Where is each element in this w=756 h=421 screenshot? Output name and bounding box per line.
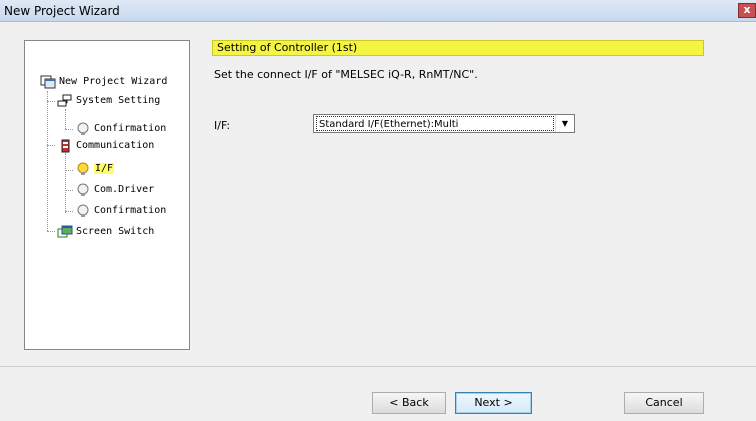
tree-connector	[47, 91, 48, 231]
next-button[interactable]: Next >	[455, 392, 532, 414]
wizard-tree: New Project Wizard System Setting Confir…	[24, 40, 190, 350]
screen-switch-icon	[57, 225, 73, 239]
tree-item-label: Screen Switch	[76, 226, 155, 237]
divider	[0, 366, 756, 367]
tree-connector	[47, 231, 55, 232]
chevron-down-icon[interactable]: ▼	[555, 115, 574, 132]
tree-item-label: Confirmation	[94, 205, 167, 216]
system-icon	[57, 94, 73, 108]
bulb-lit-icon	[75, 162, 91, 176]
if-label: I/F:	[214, 119, 231, 132]
close-button[interactable]: x	[738, 3, 756, 18]
cancel-button[interactable]: Cancel	[624, 392, 704, 414]
description-text: Set the connect I/F of "MELSEC iQ-R, RnM…	[214, 68, 478, 81]
tree-item-system-confirmation[interactable]: Confirmation	[75, 120, 166, 138]
next-button-label: Next >	[474, 396, 513, 409]
tree-item-label: Confirmation	[94, 123, 167, 134]
tree-item-com-driver[interactable]: Com.Driver	[75, 181, 154, 199]
tree-item-label: Communication	[76, 140, 155, 151]
tree-item-new-project-wizard[interactable]: New Project Wizard	[40, 73, 167, 91]
page-title: Setting of Controller (1st)	[212, 40, 704, 56]
tree-item-label: Com.Driver	[94, 184, 155, 195]
tree-connector	[65, 211, 73, 212]
tree-item-if[interactable]: I/F	[75, 160, 115, 178]
tree-item-comm-confirmation[interactable]: Confirmation	[75, 202, 166, 220]
back-button-label: < Back	[389, 396, 429, 409]
back-button[interactable]: < Back	[372, 392, 446, 414]
tree-connector	[47, 101, 55, 102]
tree-item-system-setting[interactable]: System Setting	[57, 92, 160, 110]
cancel-button-label: Cancel	[645, 396, 683, 409]
window-title: New Project Wizard	[4, 4, 120, 18]
title-bar: New Project Wizard x	[0, 0, 756, 22]
if-select[interactable]: Standard I/F(Ethernet):Multi ▼	[313, 114, 575, 133]
bulb-icon	[75, 183, 91, 197]
communication-icon	[57, 139, 73, 153]
tree-item-communication[interactable]: Communication	[57, 137, 154, 155]
tree-connector	[65, 129, 73, 130]
if-select-value: Standard I/F(Ethernet):Multi	[316, 116, 554, 131]
tree-connector	[47, 145, 55, 146]
tree-item-screen-switch[interactable]: Screen Switch	[57, 223, 154, 241]
tree-connector	[65, 153, 66, 213]
bulb-icon	[75, 122, 91, 136]
close-icon: x	[743, 3, 751, 16]
wizard-icon	[40, 75, 56, 89]
tree-connector	[65, 190, 73, 191]
tree-connector	[65, 109, 66, 129]
tree-item-label: System Setting	[76, 95, 161, 106]
tree-item-label: I/F	[94, 163, 115, 174]
tree-connector	[65, 170, 73, 171]
tree-item-label: New Project Wizard	[59, 76, 168, 87]
bulb-icon	[75, 204, 91, 218]
